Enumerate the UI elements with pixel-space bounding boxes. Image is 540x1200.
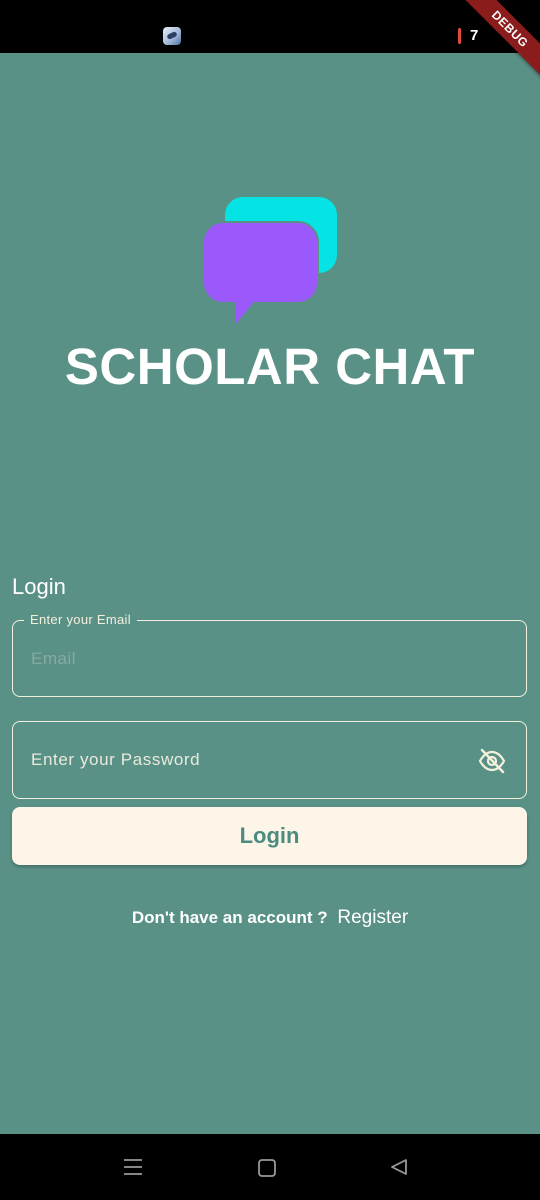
app-notification-icon — [163, 27, 181, 45]
register-link[interactable]: Register — [337, 907, 408, 928]
email-input[interactable] — [13, 621, 526, 696]
visibility-off-icon[interactable] — [478, 748, 506, 774]
menu-icon[interactable] — [123, 1158, 143, 1176]
front-chat-bubble — [202, 221, 319, 304]
password-input[interactable] — [13, 722, 526, 798]
chat-bubbles-logo — [202, 197, 337, 325]
navigation-bar — [0, 1134, 540, 1200]
chat-bubble-tail — [235, 298, 257, 325]
status-bar: 7 — [0, 0, 540, 53]
battery-level: 7 — [470, 27, 479, 44]
email-field[interactable]: Enter your Email — [12, 611, 527, 697]
app-title: SCHOLAR CHAT — [64, 338, 476, 395]
back-triangle-icon[interactable] — [389, 1157, 409, 1177]
register-row: Don't have an account ? Register — [0, 904, 540, 932]
password-field[interactable] — [12, 721, 527, 799]
login-heading: Login — [12, 574, 66, 599]
battery-icon — [458, 28, 461, 44]
email-label: Enter your Email — [24, 611, 137, 629]
register-prompt: Don't have an account ? — [131, 908, 328, 927]
home-square-icon[interactable] — [257, 1158, 277, 1178]
login-button[interactable]: Login — [12, 807, 527, 865]
